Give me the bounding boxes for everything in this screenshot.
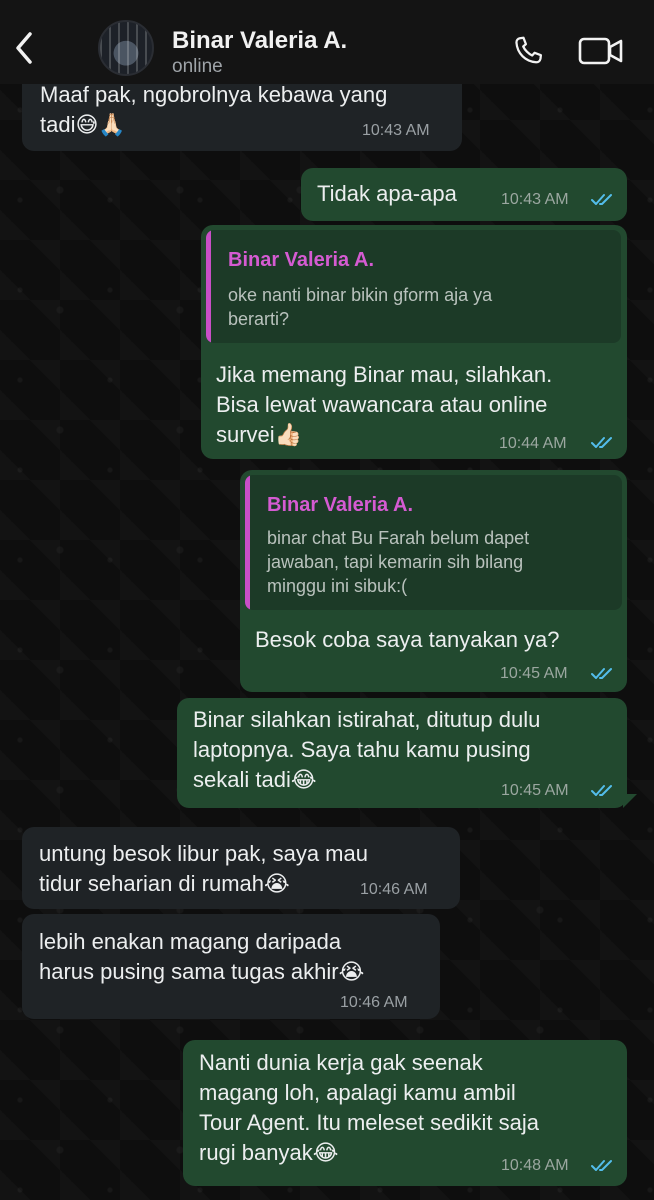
message-time: 10:43 AM (501, 191, 569, 208)
quoted-text: binar chat Bu Farah belum dapet jawaban,… (267, 528, 530, 596)
video-camera-icon[interactable] (578, 36, 624, 66)
message-text: Maaf pak, ngobrolnya kebawa yang tadi😅🙏🏻 (40, 82, 388, 137)
message-bubble-outgoing[interactable]: Nanti dunia kerja gak seenak magang loh,… (183, 1040, 627, 1186)
message-bubble-incoming[interactable]: lebih enakan magang daripada harus pusin… (22, 914, 440, 1019)
message-time: 10:46 AM (340, 994, 408, 1011)
message-time: 10:45 AM (500, 665, 568, 682)
message-text: lebih enakan magang daripada harus pusin… (39, 929, 365, 984)
quoted-message[interactable]: Binar Valeria A. oke nanti binar bikin g… (206, 230, 621, 343)
read-ticks-icon (591, 668, 612, 679)
message-text: Besok coba saya tanyakan ya? (255, 627, 560, 652)
message-time: 10:44 AM (499, 435, 567, 452)
message-bubble-incoming[interactable]: untung besok libur pak, saya mau tidur s… (22, 827, 460, 909)
read-ticks-icon (591, 437, 612, 448)
message-bubble-outgoing[interactable]: Tidak apa-apa 10:43 AM (301, 168, 627, 221)
quoted-message[interactable]: Binar Valeria A. binar chat Bu Farah bel… (245, 475, 622, 610)
bubble-tail (623, 794, 637, 808)
contact-avatar[interactable] (98, 20, 154, 76)
back-chevron-icon[interactable] (10, 28, 40, 68)
quoted-sender-name: Binar Valeria A. (267, 494, 413, 516)
read-ticks-icon (591, 785, 612, 796)
contact-name[interactable]: Binar Valeria A. (172, 27, 347, 55)
message-text: Binar silahkan istirahat, ditutup dulu l… (193, 707, 541, 792)
contact-status: online (172, 56, 223, 77)
message-text: Tidak apa-apa (317, 181, 457, 206)
read-ticks-icon (591, 194, 612, 205)
phone-icon[interactable] (510, 33, 546, 69)
message-time: 10:45 AM (501, 782, 569, 799)
read-ticks-icon (591, 1160, 612, 1171)
message-bubble-outgoing[interactable]: Binar silahkan istirahat, ditutup dulu l… (177, 698, 637, 808)
message-text: Nanti dunia kerja gak seenak magang loh,… (199, 1050, 539, 1165)
quoted-text: oke nanti binar bikin gform aja ya berar… (228, 285, 493, 329)
message-bubble-outgoing-reply[interactable]: Binar Valeria A. oke nanti binar bikin g… (201, 225, 627, 459)
message-time: 10:48 AM (501, 1157, 569, 1174)
message-time: 10:46 AM (360, 881, 428, 898)
message-time: 10:43 AM (362, 122, 430, 139)
chat-header: Binar Valeria A. online (0, 0, 654, 84)
quoted-sender-name: Binar Valeria A. (228, 249, 374, 271)
message-bubble-outgoing-reply[interactable]: Binar Valeria A. binar chat Bu Farah bel… (240, 470, 627, 692)
message-text: untung besok libur pak, saya mau tidur s… (39, 841, 368, 896)
